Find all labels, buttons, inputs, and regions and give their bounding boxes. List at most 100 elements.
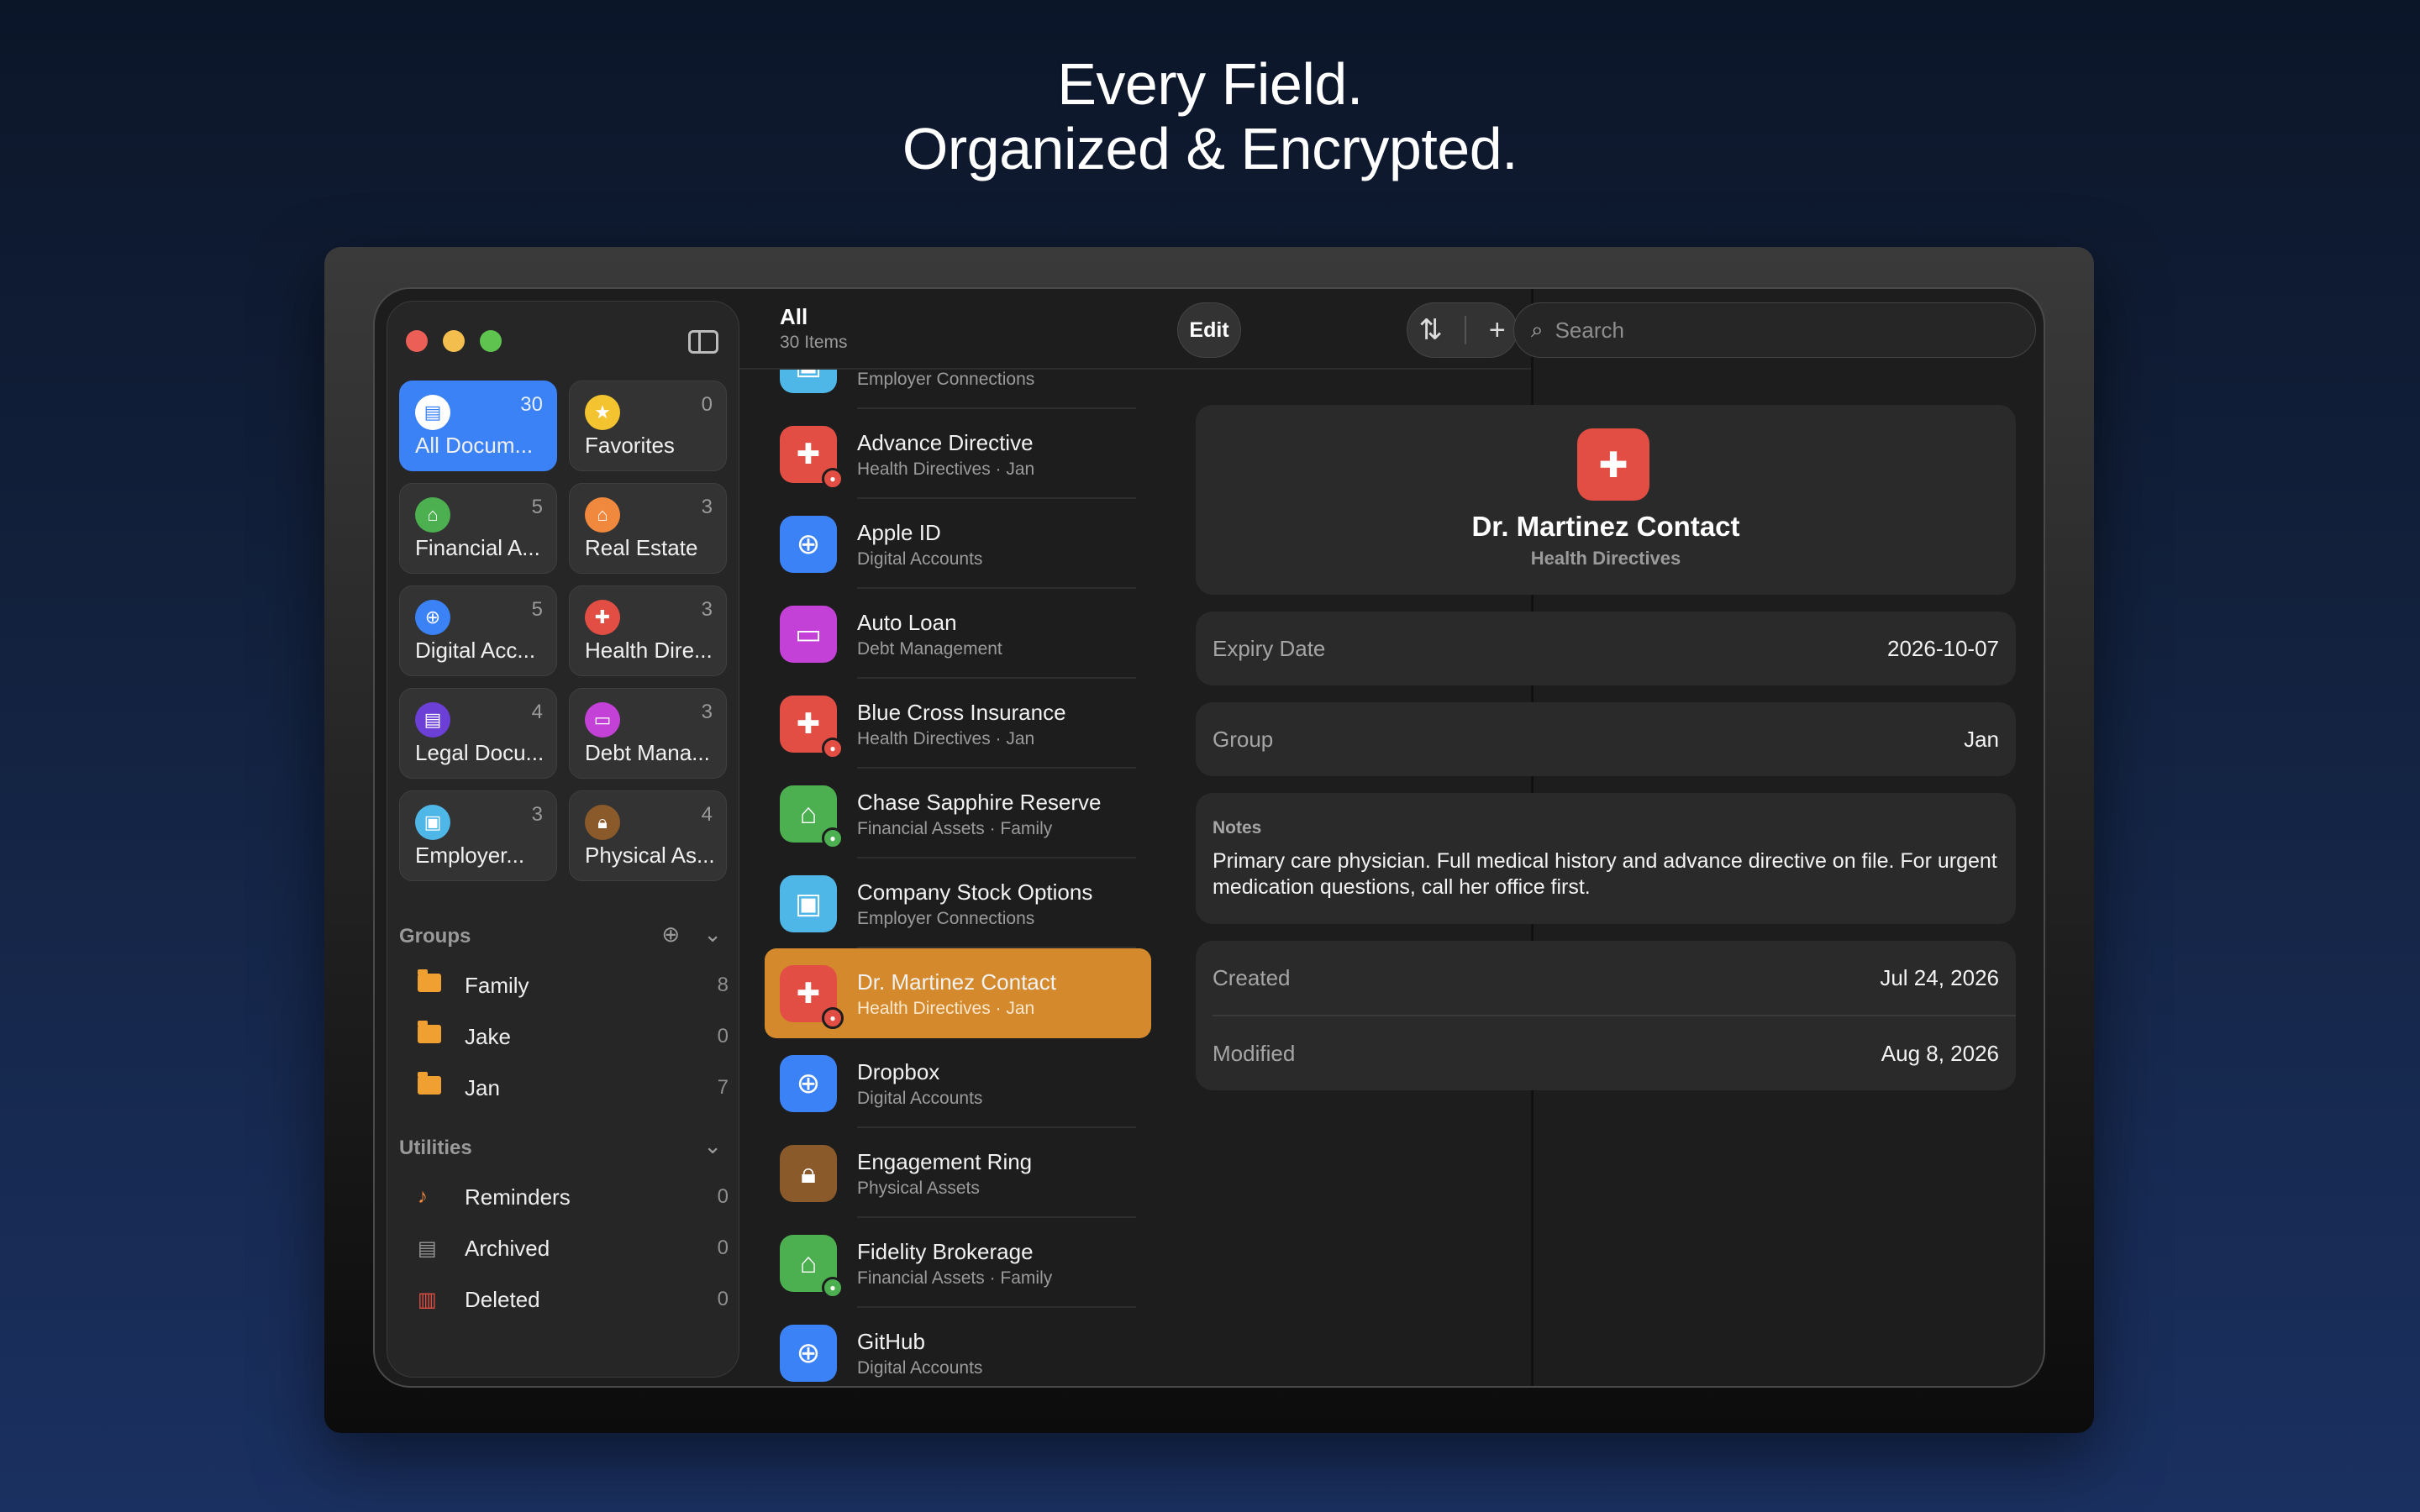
category-count: 3	[701, 496, 713, 518]
category-card[interactable]: ▣ 3 Employer...	[399, 790, 557, 881]
folder-shape	[418, 1020, 441, 1043]
briefcase-icon: ▣	[780, 875, 837, 932]
list-item[interactable]: ✚ ● Advance Directive Health Directives · J…	[765, 409, 1151, 499]
globe-icon: ⊕	[780, 1055, 837, 1112]
list-item-subtitle: Physical Assets	[857, 1179, 980, 1198]
group-count: 8	[717, 974, 729, 996]
list-item-subtitle: Financial Assets · Family	[857, 819, 1053, 838]
group-value: Jan	[1964, 726, 1999, 752]
list-item-name: GitHub	[857, 1329, 925, 1354]
list-item-subtitle: Employer Connections	[857, 370, 1035, 389]
detail-pane: Edit ⌕ Search ✚ Dr. Martinez Contact Hea…	[1162, 289, 2044, 1386]
category-label: All Docum...	[415, 433, 534, 458]
list-item-subtitle: Digital Accounts	[857, 1089, 983, 1108]
category-count: 5	[531, 598, 543, 621]
category-count: 4	[701, 803, 713, 826]
edit-button[interactable]: Edit	[1177, 302, 1241, 358]
notes-card[interactable]: Notes Primary care physician. Full medic…	[1196, 793, 2016, 924]
person-badge-icon: ●	[822, 827, 844, 849]
modified-value: Aug 8, 2026	[1881, 1040, 1999, 1066]
group-item[interactable]: Jake 0	[418, 1018, 729, 1055]
folder-icon	[418, 1071, 465, 1100]
list-item-subtitle: Health Directives · Jan	[857, 729, 1035, 748]
search-field[interactable]: ⌕ Search	[1513, 302, 2036, 358]
category-card[interactable]: ★ 0 Favorites	[569, 381, 727, 471]
list-item[interactable]: ⌂ ● Fidelity Brokerage Financial Assets · F…	[765, 1218, 1151, 1308]
category-card[interactable]: 🔒︎ 4 Physical As...	[569, 790, 727, 881]
utility-count: 0	[717, 1185, 729, 1208]
list-item[interactable]: ⊕ GitHub Digital Accounts	[765, 1308, 1151, 1386]
globe-icon: ⊕	[780, 1325, 837, 1382]
category-card[interactable]: ▤ 4 Legal Docu...	[399, 688, 557, 779]
list-item[interactable]: 🔒︎ Engagement Ring Physical Assets	[765, 1128, 1151, 1218]
list-item-subtitle: Digital Accounts	[857, 549, 983, 569]
detail-hero-card: ✚ Dr. Martinez Contact Health Directives	[1196, 405, 2016, 595]
created-label: Created	[1213, 964, 1291, 990]
category-card[interactable]: ✚ 3 Health Dire...	[569, 585, 727, 676]
list-item[interactable]: ⊕ Dropbox Digital Accounts	[765, 1038, 1151, 1128]
utilities-controls: ⌄	[703, 1133, 722, 1159]
category-label: Favorites	[585, 433, 675, 458]
category-card[interactable]: ⌂ 3 Real Estate	[569, 483, 727, 574]
list-item-name: Dr. Martinez Contact	[857, 969, 1056, 995]
group-count: 7	[717, 1076, 729, 1099]
folder-shape	[418, 1071, 441, 1095]
category-label: Debt Mana...	[585, 740, 710, 765]
chevron-down-icon[interactable]: ⌄	[703, 1133, 722, 1159]
list-item[interactable]: ⌂ ● Chase Sapphire Reserve Financial Assets…	[765, 769, 1151, 858]
list-item[interactable]: ▭ Auto Loan Debt Management	[765, 589, 1151, 679]
expiry-date-value: 2026-10-07	[1887, 635, 1999, 661]
list-item-name: Fidelity Brokerage	[857, 1239, 1034, 1264]
category-card[interactable]: ▭ 3 Debt Mana...	[569, 688, 727, 779]
utility-label: Archived	[465, 1235, 550, 1261]
groups-controls: ⊕ ⌄	[661, 921, 722, 948]
archive-icon: ▤	[418, 1236, 437, 1260]
minimize-window-button[interactable]	[443, 330, 465, 352]
utility-item[interactable]: ♪ Reminders 0	[418, 1179, 729, 1215]
document-icon: ▤	[415, 395, 450, 430]
lock-icon: 🔒︎	[585, 805, 620, 840]
list-item-name: Blue Cross Insurance	[857, 700, 1066, 725]
list-item[interactable]: ✚ ● Dr. Martinez Contact Health Directives …	[765, 948, 1151, 1038]
close-window-button[interactable]	[406, 330, 428, 352]
briefcase-icon: ▣	[415, 805, 450, 840]
notes-label: Notes	[1213, 818, 1262, 837]
group-item[interactable]: Family 8	[418, 967, 729, 1004]
chevron-down-icon[interactable]: ⌄	[703, 921, 722, 948]
category-card[interactable]: ⌂ 5 Financial A...	[399, 483, 557, 574]
category-grid: ▤ 30 All Docum... ★ 0 Favorites ⌂ 5 Financial A.…	[399, 381, 727, 881]
globe-icon: ⊕	[415, 600, 450, 635]
category-label: Physical As...	[585, 843, 715, 868]
person-badge-icon: ●	[822, 468, 844, 490]
category-label: Financial A...	[415, 535, 540, 560]
medkit-icon: ✚	[585, 600, 620, 635]
add-group-icon[interactable]: ⊕	[661, 921, 680, 948]
house-icon: ⌂	[585, 497, 620, 533]
list-item-name: Company Stock Options	[857, 879, 1093, 905]
star-icon: ★	[585, 395, 620, 430]
list-item-name: Chase Sapphire Reserve	[857, 790, 1102, 815]
zoom-window-button[interactable]	[480, 330, 502, 352]
search-placeholder: Search	[1555, 317, 1624, 343]
list-item-subtitle: Financial Assets · Family	[857, 1268, 1053, 1288]
category-card[interactable]: ⊕ 5 Digital Acc...	[399, 585, 557, 676]
list-item[interactable]: ▣ Company Stock Options Employer Connectio…	[765, 858, 1151, 948]
folder-icon	[418, 969, 465, 998]
list-item-subtitle: Health Directives · Jan	[857, 999, 1035, 1018]
group-row[interactable]: Group Jan	[1196, 702, 2016, 776]
list-item[interactable]: ⊕ Apple ID Digital Accounts	[765, 499, 1151, 589]
category-label: Real Estate	[585, 535, 698, 560]
list-item-name: Apple ID	[857, 520, 941, 545]
globe-icon: ⊕	[780, 516, 837, 573]
list-count: 30 Items	[780, 333, 848, 352]
category-card[interactable]: ▤ 30 All Docum...	[399, 381, 557, 471]
group-item[interactable]: Jan 7	[418, 1069, 729, 1106]
group-label: Family	[465, 972, 529, 998]
search-icon: ⌕	[1531, 317, 1544, 342]
expiry-date-row[interactable]: Expiry Date 2026-10-07	[1196, 612, 2016, 685]
list-item[interactable]: ✚ ● Blue Cross Insurance Health Directives …	[765, 679, 1151, 769]
utility-item[interactable]: ▥ Deleted 0	[418, 1281, 729, 1318]
list-item[interactable]: ▣ Employer Connections	[765, 370, 1151, 409]
sidebar-toggle-icon[interactable]	[688, 330, 718, 354]
utility-item[interactable]: ▤ Archived 0	[418, 1230, 729, 1267]
